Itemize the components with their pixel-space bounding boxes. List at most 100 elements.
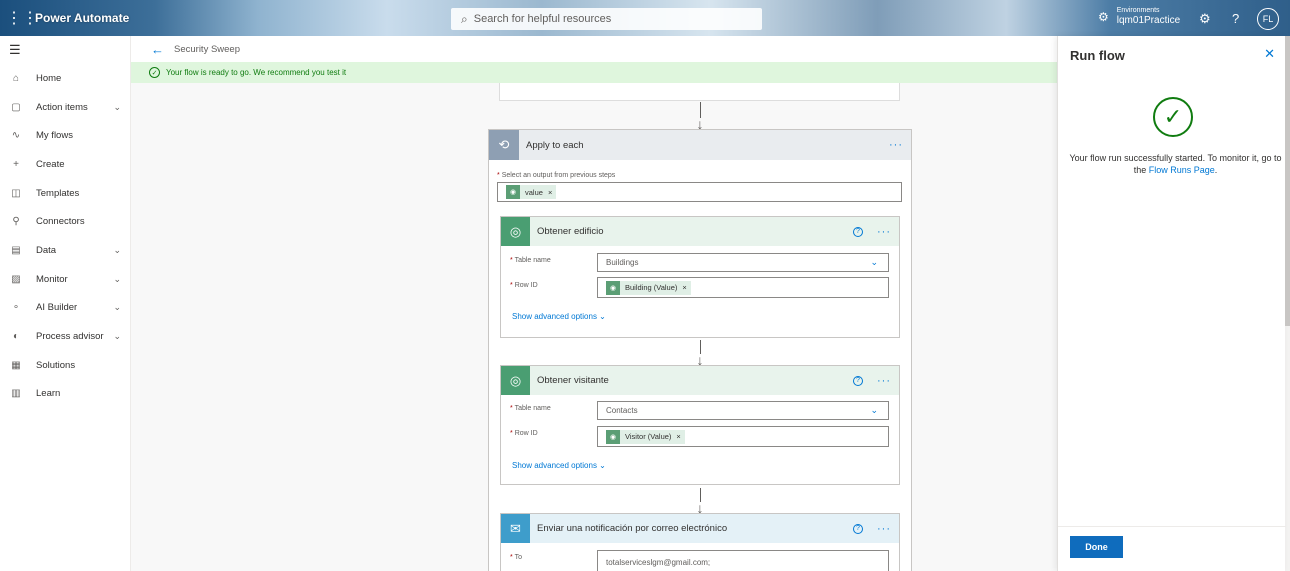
- check-circle-icon: ✓: [149, 67, 160, 78]
- more-options-icon[interactable]: ···: [877, 523, 891, 535]
- more-options-icon[interactable]: ···: [877, 375, 891, 387]
- sidebar-item-monitor[interactable]: ▨ Monitor ⌄: [0, 265, 130, 294]
- hamburger-menu-icon[interactable]: ☰: [0, 36, 130, 64]
- dataverse-icon: ◉: [606, 280, 620, 295]
- step-header[interactable]: ✉ Enviar una notificación por correo ele…: [501, 514, 899, 543]
- row-id-label: * Row ID: [510, 282, 538, 289]
- environment-picker[interactable]: ⚙ Environments lqm01Practice: [1098, 6, 1180, 27]
- monitor-icon: ▨: [11, 273, 21, 285]
- sidebar-item-label: Action items: [36, 101, 88, 113]
- select-output-field[interactable]: ◉ value ×: [497, 182, 902, 202]
- apply-to-each-card[interactable]: ⟲ Apply to each ··· * Select an output f…: [488, 129, 912, 571]
- sidebar-item-label: My flows: [36, 130, 73, 142]
- breadcrumb: ← Security Sweep: [131, 36, 1057, 62]
- visitor-value-token[interactable]: ◉ Visitor (Value) ×: [606, 429, 685, 444]
- sidebar-item-label: Connectors: [36, 216, 85, 228]
- help-icon[interactable]: ?: [853, 523, 863, 534]
- table-name-dropdown[interactable]: Buildings ⌄: [597, 253, 889, 272]
- row-id-label: * Row ID: [510, 430, 538, 437]
- app-launcher-icon[interactable]: ⋮⋮⋮: [0, 0, 38, 36]
- loop-icon: ⟲: [489, 130, 519, 160]
- table-name-label: * Table name: [510, 405, 551, 412]
- step-title: Obtener edificio: [537, 226, 604, 237]
- step-header[interactable]: ◎ Obtener edificio ? ···: [501, 217, 899, 246]
- step-title: Obtener visitante: [537, 375, 609, 386]
- search-box[interactable]: ⌕ Search for helpful resources: [451, 8, 762, 30]
- row-id-field[interactable]: ◉ Building (Value) ×: [597, 277, 889, 298]
- ready-banner: ✓ Your flow is ready to go. We recommend…: [131, 62, 1057, 83]
- sidebar-item-label: Learn: [36, 388, 61, 400]
- environment-label: Environments: [1116, 7, 1160, 14]
- sidebar-item-my-flows[interactable]: ∿ My flows: [0, 121, 130, 150]
- process-advisor-icon: ◐: [12, 331, 20, 343]
- mail-icon: ✉: [501, 514, 530, 543]
- previous-step-card[interactable]: [499, 83, 900, 101]
- flow-runs-page-link[interactable]: Flow Runs Page: [1149, 165, 1215, 175]
- sidebar-item-ai-builder[interactable]: ∘ AI Builder ⌄: [0, 294, 130, 323]
- search-placeholder: Search for helpful resources: [473, 13, 612, 25]
- chevron-down-icon[interactable]: ⌄: [113, 274, 121, 285]
- sidebar-item-home[interactable]: ⌂ Home: [0, 64, 130, 93]
- sidebar-item-label: Create: [36, 158, 65, 170]
- environment-value: lqm01Practice: [1116, 15, 1181, 26]
- plus-icon: +: [13, 158, 19, 170]
- table-name-label: * Table name: [510, 257, 551, 264]
- sidebar-item-process-advisor[interactable]: ◐ Process advisor ⌄: [0, 322, 130, 351]
- connector-arrow: ↓: [694, 488, 706, 515]
- select-output-label: * Select an output from previous steps: [497, 172, 616, 179]
- sidebar-item-connectors[interactable]: ⚲ Connectors: [0, 207, 130, 236]
- sidebar-item-data[interactable]: ▤ Data ⌄: [0, 236, 130, 265]
- ai-builder-icon: ∘: [12, 302, 20, 314]
- step-card-enviar-notificacion[interactable]: ✉ Enviar una notificación por correo ele…: [500, 513, 900, 571]
- step-card-obtener-visitante[interactable]: ◎ Obtener visitante ? ··· * Table name C…: [500, 365, 900, 485]
- sidebar-item-label: Data: [36, 244, 57, 256]
- panel-footer-divider: [1058, 526, 1286, 527]
- sidebar-item-templates[interactable]: ◫ Templates: [0, 179, 130, 208]
- flow-icon: ∿: [11, 130, 21, 142]
- sidebar-item-label: AI Builder: [36, 302, 78, 314]
- help-icon[interactable]: ?: [1232, 11, 1239, 26]
- show-advanced-options-link[interactable]: Show advanced options ⌄: [512, 312, 606, 321]
- to-field[interactable]: totalserviceslgm@gmail.com;: [597, 550, 889, 571]
- avatar[interactable]: FL: [1257, 8, 1279, 30]
- apply-to-each-header[interactable]: ⟲ Apply to each ···: [489, 130, 911, 160]
- sidebar-item-learn[interactable]: ▥ Learn: [0, 380, 130, 409]
- chevron-down-icon[interactable]: ⌄: [113, 302, 121, 313]
- help-icon[interactable]: ?: [853, 375, 863, 386]
- table-name-dropdown[interactable]: Contacts ⌄: [597, 401, 889, 420]
- row-id-field[interactable]: ◉ Visitor (Value) ×: [597, 426, 889, 447]
- more-options-icon[interactable]: ···: [889, 139, 903, 151]
- back-arrow-icon[interactable]: ←: [151, 42, 164, 57]
- step-title: Enviar una notificación por correo elect…: [537, 523, 728, 534]
- chevron-down-icon[interactable]: ⌄: [113, 245, 121, 256]
- settings-icon[interactable]: ⚙: [1199, 11, 1211, 27]
- close-icon[interactable]: ✕: [1264, 46, 1275, 62]
- remove-token-icon[interactable]: ×: [676, 432, 680, 441]
- apply-to-each-title: Apply to each: [526, 139, 584, 151]
- more-options-icon[interactable]: ···: [877, 226, 891, 238]
- building-value-token[interactable]: ◉ Building (Value) ×: [606, 280, 691, 295]
- run-flow-panel: Run flow ✕ ✓ Your flow run successfully …: [1057, 36, 1286, 571]
- sidebar-item-action-items[interactable]: ▢ Action items ⌄: [0, 93, 130, 122]
- step-card-obtener-edificio[interactable]: ◎ Obtener edificio ? ··· * Table name Bu…: [500, 216, 900, 338]
- sidebar-item-solutions[interactable]: ▦ Solutions: [0, 351, 130, 380]
- done-button[interactable]: Done: [1070, 536, 1123, 558]
- remove-token-icon[interactable]: ×: [682, 283, 686, 292]
- step-header[interactable]: ◎ Obtener visitante ? ···: [501, 366, 899, 395]
- help-icon[interactable]: ?: [853, 226, 863, 237]
- app-name[interactable]: Power Automate: [35, 11, 129, 25]
- value-token[interactable]: ◉ value ×: [506, 185, 557, 199]
- connector-arrow: ↓: [694, 340, 706, 367]
- panel-title: Run flow: [1070, 48, 1125, 63]
- sidebar-item-create[interactable]: + Create: [0, 150, 130, 179]
- chevron-down-icon[interactable]: ⌄: [113, 331, 121, 342]
- remove-token-icon[interactable]: ×: [548, 188, 552, 197]
- solutions-icon: ▦: [11, 359, 21, 371]
- book-icon: ▥: [11, 388, 21, 400]
- flow-title: Security Sweep: [174, 43, 241, 55]
- success-check-icon: ✓: [1153, 97, 1193, 137]
- scrollbar[interactable]: [1285, 36, 1290, 326]
- chevron-down-icon[interactable]: ⌄: [113, 102, 121, 113]
- show-advanced-options-link[interactable]: Show advanced options ⌄: [512, 461, 606, 470]
- run-success-message: Your flow run successfully started. To m…: [1069, 153, 1282, 175]
